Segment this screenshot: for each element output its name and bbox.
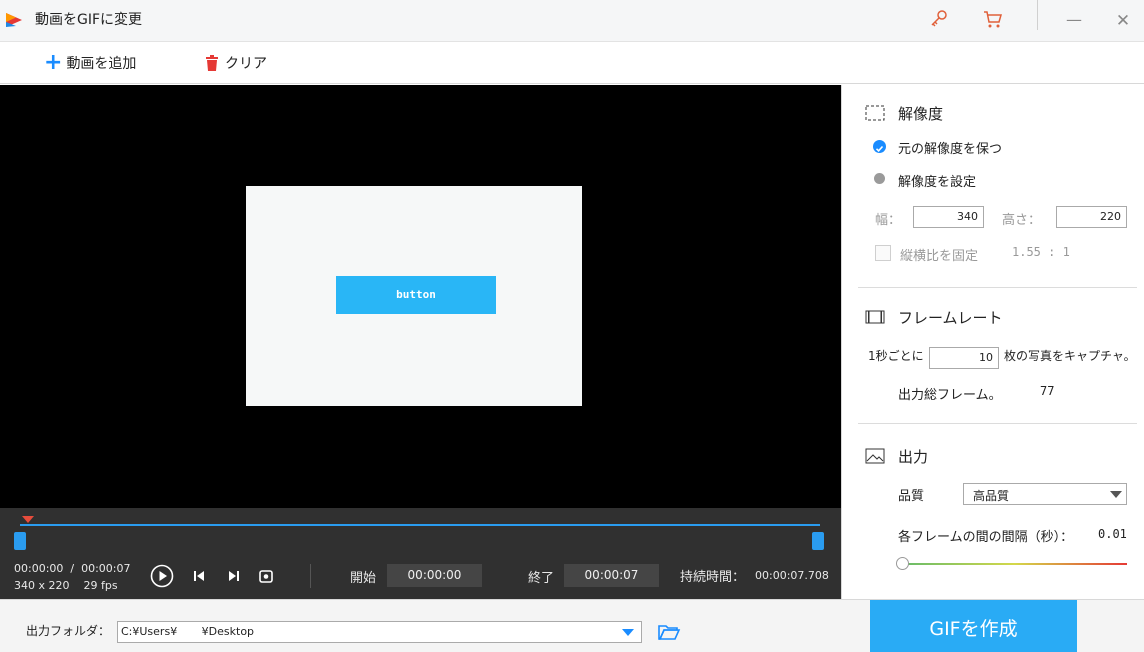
player-bar: 00:00:00 / 00:00:07 340 x 220 29 fps 開始 … (0, 508, 841, 599)
width-field[interactable]: 340 (913, 206, 984, 228)
duration-label: 持続時間： (680, 570, 746, 585)
section-divider (858, 287, 1137, 288)
framerate-section-title: フレームレート (898, 309, 1003, 327)
duration-value: 00:00:07.708 (755, 569, 829, 582)
interval-value: 0.01 (1098, 527, 1127, 541)
resolution-readout: 340 x 220 29 fps (14, 579, 118, 592)
plus-icon: + (44, 50, 63, 75)
settings-panel: 解像度 元の解像度を保つ 解像度を設定 幅： 340 高さ： 220 縦横比を固… (841, 85, 1144, 599)
trim-start-handle[interactable] (14, 532, 26, 550)
next-frame-icon[interactable] (226, 568, 242, 584)
close-icon[interactable]: ✕ (1112, 10, 1134, 32)
end-label: 終了 (528, 571, 555, 586)
playhead-marker[interactable] (22, 516, 34, 523)
set-custom-label: 解像度を設定 (898, 175, 977, 190)
add-video-button[interactable]: + 動画を追加 (44, 51, 136, 75)
dropdown-arrow-icon (1110, 491, 1122, 498)
check-icon (875, 145, 884, 152)
timeline-track[interactable] (20, 524, 820, 526)
interval-slider-thumb[interactable] (896, 557, 909, 570)
clear-label: クリア (225, 56, 267, 72)
player-separator (310, 564, 311, 588)
height-field[interactable]: 220 (1056, 206, 1127, 228)
resolution-section-title: 解像度 (898, 105, 944, 123)
keep-original-radio[interactable] (873, 140, 886, 153)
start-label: 開始 (350, 571, 377, 586)
add-video-label: 動画を追加 (66, 56, 137, 72)
quality-selected-value: 高品質 (973, 489, 1010, 503)
output-section-title: 出力 (898, 448, 929, 466)
clear-button[interactable]: クリア (205, 51, 267, 75)
end-time-field[interactable]: 00:00:07 (564, 564, 659, 587)
trash-icon (206, 55, 218, 71)
frames-per-second-field[interactable]: 10 (929, 347, 999, 369)
aspect-ratio-value: 1.55 : 1 (1012, 245, 1070, 259)
title-bar: 動画をGIFに変更 — ✕ (0, 0, 1144, 42)
snapshot-icon[interactable] (258, 568, 274, 584)
resolution-icon (865, 105, 885, 121)
create-gif-button[interactable]: GIFを作成 (870, 600, 1077, 652)
total-frames-label: 出力総フレーム。 (898, 388, 1002, 403)
window-title: 動画をGIFに変更 (35, 12, 143, 28)
toolbar: + 動画を追加 クリア (0, 42, 1144, 84)
titlebar-separator (1037, 0, 1038, 30)
trim-end-handle[interactable] (812, 532, 824, 550)
quality-label: 品質 (898, 489, 925, 504)
total-frames-value: 77 (1040, 384, 1055, 398)
start-time-field[interactable]: 00:00:00 (387, 564, 482, 587)
film-strip-icon (865, 309, 885, 325)
app-logo-icon (4, 9, 26, 31)
key-icon[interactable] (928, 8, 950, 30)
per-second-label: 1秒ごとに (868, 349, 924, 363)
image-icon (865, 448, 885, 464)
capture-suffix-label: 枚の写真をキャプチャ。 (1004, 349, 1136, 363)
interval-slider-track[interactable] (902, 563, 1127, 565)
minimize-icon[interactable]: — (1062, 8, 1086, 32)
frame-button-content: button (336, 276, 496, 314)
keep-original-label: 元の解像度を保つ (898, 142, 1003, 157)
play-icon[interactable] (150, 564, 174, 588)
app-window: 動画をGIFに変更 — ✕ + 動画を追加 クリア button 00:00:0… (0, 0, 1144, 652)
cart-icon[interactable] (982, 8, 1004, 30)
time-readout: 00:00:00 / 00:00:07 (14, 562, 131, 575)
width-label: 幅： (875, 213, 902, 228)
lock-ratio-label: 縦横比を固定 (900, 249, 979, 264)
video-preview: button (0, 85, 841, 508)
path-dropdown-icon[interactable] (622, 629, 634, 636)
output-path-field[interactable]: C:¥Users¥ ¥Desktop (117, 621, 642, 643)
height-label: 高さ： (1002, 213, 1042, 228)
interval-label: 各フレームの間の間隔（秒）： (898, 530, 1074, 545)
video-frame: button (246, 186, 582, 406)
lock-ratio-checkbox[interactable] (875, 245, 891, 261)
set-custom-radio[interactable] (874, 173, 885, 184)
quality-select[interactable]: 高品質 (963, 483, 1127, 505)
previous-frame-icon[interactable] (191, 568, 207, 584)
folder-icon[interactable] (657, 622, 681, 642)
output-folder-label: 出力フォルダ： (26, 624, 111, 638)
output-path-value: C:¥Users¥ ¥Desktop (121, 625, 255, 638)
section-divider (858, 423, 1137, 424)
